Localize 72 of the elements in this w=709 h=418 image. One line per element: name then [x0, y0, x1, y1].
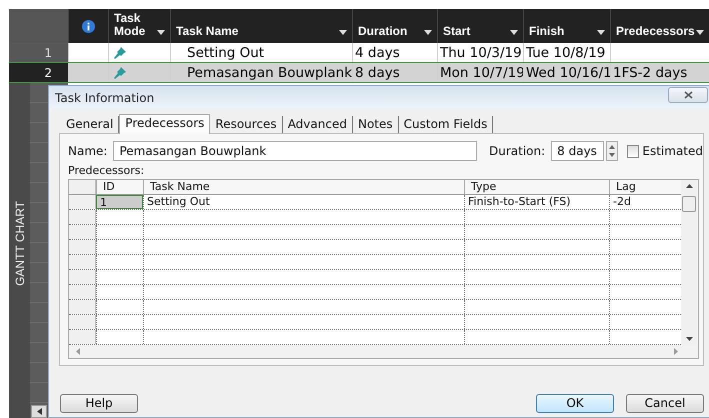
table-cell[interactable]: Setting Out	[143, 195, 464, 209]
row-header[interactable]	[69, 255, 96, 269]
row-header[interactable]	[69, 225, 96, 239]
column-header[interactable]: Start	[443, 25, 470, 38]
column-header: ID	[96, 180, 143, 194]
field-label: Name:	[68, 144, 108, 158]
table-cell[interactable]: 1	[96, 195, 143, 209]
up-down-arrows-icon	[608, 144, 615, 158]
dialog-button[interactable]: Cancel	[626, 394, 704, 412]
table-cell: Wed 10/16/1	[526, 64, 612, 80]
close-icon	[684, 91, 692, 99]
task-row[interactable]: 2 Pemasangan Bouwplank 8 days Mon 10/7/19 Wed 10/16/1 1FS-2 days	[9, 63, 709, 83]
tab[interactable]: Advanced	[282, 116, 353, 133]
view-label: GANTT CHART	[12, 201, 26, 286]
caret-icon[interactable]	[424, 30, 432, 35]
scroll-left-button[interactable]	[31, 405, 47, 418]
task-row[interactable]: 1 Setting Out 4 days Thu 10/3/19 Tue 10/8/19	[9, 43, 709, 63]
checkbox-label: Estimated	[642, 144, 703, 158]
row-header[interactable]	[69, 270, 96, 284]
window-title: Task Information	[55, 91, 154, 105]
caret-left-icon	[76, 348, 80, 355]
duration-field[interactable]: 8 days	[551, 141, 604, 161]
column-header: Task Name	[143, 180, 464, 194]
column-header[interactable]: Duration	[358, 25, 408, 38]
row-number: 1	[9, 43, 68, 62]
row-header[interactable]	[69, 180, 96, 194]
row-header[interactable]	[69, 195, 96, 209]
column-header[interactable]: Finish	[529, 25, 564, 38]
close-button[interactable]	[668, 87, 708, 103]
checkbox[interactable]	[626, 144, 640, 158]
info-icon	[82, 20, 95, 32]
header-corner[interactable]	[9, 9, 68, 43]
table-cell: Pemasangan Bouwplank	[187, 64, 352, 80]
caret-icon[interactable]	[157, 30, 165, 35]
row-header[interactable]	[69, 300, 96, 314]
caret-icon[interactable]	[510, 30, 518, 35]
table-cell: Mon 10/7/19	[440, 64, 525, 80]
row-header[interactable]	[69, 240, 96, 254]
row-header[interactable]	[69, 330, 96, 344]
field-label: Duration:	[488, 144, 546, 158]
column-header[interactable]: Task Name	[176, 25, 238, 38]
table-cell[interactable]: Finish-to-Start (FS)	[464, 195, 609, 209]
row-header[interactable]	[69, 285, 96, 299]
column-header[interactable]: Predecessors	[616, 25, 695, 38]
pushpin-icon	[113, 46, 127, 60]
triangle-left-icon	[36, 408, 42, 415]
spin-button[interactable]	[606, 141, 618, 161]
table-cell: 8 days	[355, 64, 400, 80]
tab[interactable]: Predecessors	[119, 114, 210, 134]
table-cell: Thu 10/3/19	[440, 44, 522, 60]
table-cell: 1FS-2 days	[613, 64, 688, 80]
dialog-button[interactable]: Help	[60, 394, 138, 412]
tab[interactable]: Custom Fields	[398, 116, 494, 133]
caret-up-icon	[686, 184, 692, 188]
column-header: Type	[464, 180, 609, 194]
table-cell: 4 days	[355, 44, 400, 60]
caret-down-icon	[686, 337, 692, 341]
caret-icon[interactable]	[339, 30, 347, 35]
column-header[interactable]: Task Mode	[114, 12, 156, 38]
scroll-thumb[interactable]	[682, 196, 696, 212]
section-label: Predecessors:	[68, 164, 146, 179]
row-header[interactable]	[69, 210, 96, 224]
caret-icon[interactable]	[696, 30, 704, 35]
caret-icon[interactable]	[597, 30, 605, 35]
row-header[interactable]	[69, 315, 96, 329]
caret-right-icon	[674, 348, 678, 355]
row-number: 2	[9, 63, 68, 82]
name-field[interactable]: Pemasangan Bouwplank	[113, 141, 477, 161]
table-cell: Tue 10/8/19	[526, 44, 606, 60]
table-cell: Setting Out	[187, 44, 264, 60]
pushpin-icon	[113, 66, 127, 80]
dialog-button[interactable]: OK	[536, 394, 614, 412]
